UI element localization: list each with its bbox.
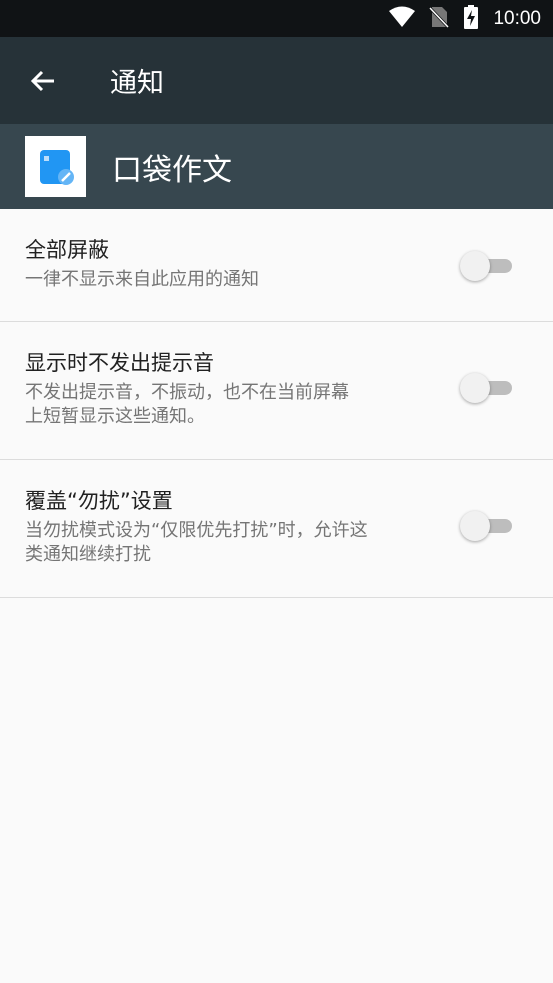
app-header: 口袋作文	[0, 124, 553, 209]
override-dnd-toggle[interactable]	[460, 508, 512, 542]
setting-summary-line-2: 类通知继续打扰	[25, 544, 151, 565]
setting-summary: 一律不显示来自此应用的通知	[25, 269, 259, 290]
toggle-thumb	[460, 373, 490, 403]
wifi-icon	[389, 6, 416, 32]
app-bar: 通知	[0, 37, 553, 124]
status-bar: 10:00	[0, 0, 553, 37]
pocket-essay-app-icon	[25, 136, 86, 197]
setting-summary-line-1: 不发出提示音，不振动，也不在当前屏幕	[25, 382, 349, 403]
block-all-toggle[interactable]	[460, 248, 512, 282]
setting-title: 全部屏蔽	[25, 238, 109, 262]
setting-summary-line-2: 上短暂显示这些通知。	[25, 406, 205, 427]
toggle-thumb	[460, 511, 490, 541]
app-name: 口袋作文	[112, 152, 232, 188]
battery-charging-icon	[463, 4, 479, 33]
setting-block-all[interactable]: 全部屏蔽 一律不显示来自此应用的通知	[0, 209, 553, 322]
setting-title: 覆盖“勿扰”设置	[25, 489, 173, 513]
setting-summary-line-1: 当勿扰模式设为“仅限优先打扰”时，允许这	[25, 520, 368, 541]
toggle-thumb	[460, 251, 490, 281]
setting-override-dnd[interactable]: 覆盖“勿扰”设置 当勿扰模式设为“仅限优先打扰”时，允许这 类通知继续打扰	[0, 460, 553, 598]
arrow-left-icon[interactable]	[28, 66, 58, 96]
silent-toggle[interactable]	[460, 370, 512, 404]
page-title: 通知	[110, 68, 164, 99]
setting-title: 显示时不发出提示音	[25, 351, 214, 375]
settings-list: 全部屏蔽 一律不显示来自此应用的通知 显示时不发出提示音 不发出提示音，不振动，…	[0, 209, 553, 598]
setting-silent[interactable]: 显示时不发出提示音 不发出提示音，不振动，也不在当前屏幕 上短暂显示这些通知。	[0, 322, 553, 460]
no-sim-icon	[429, 6, 450, 32]
status-time: 10:00	[493, 7, 541, 29]
